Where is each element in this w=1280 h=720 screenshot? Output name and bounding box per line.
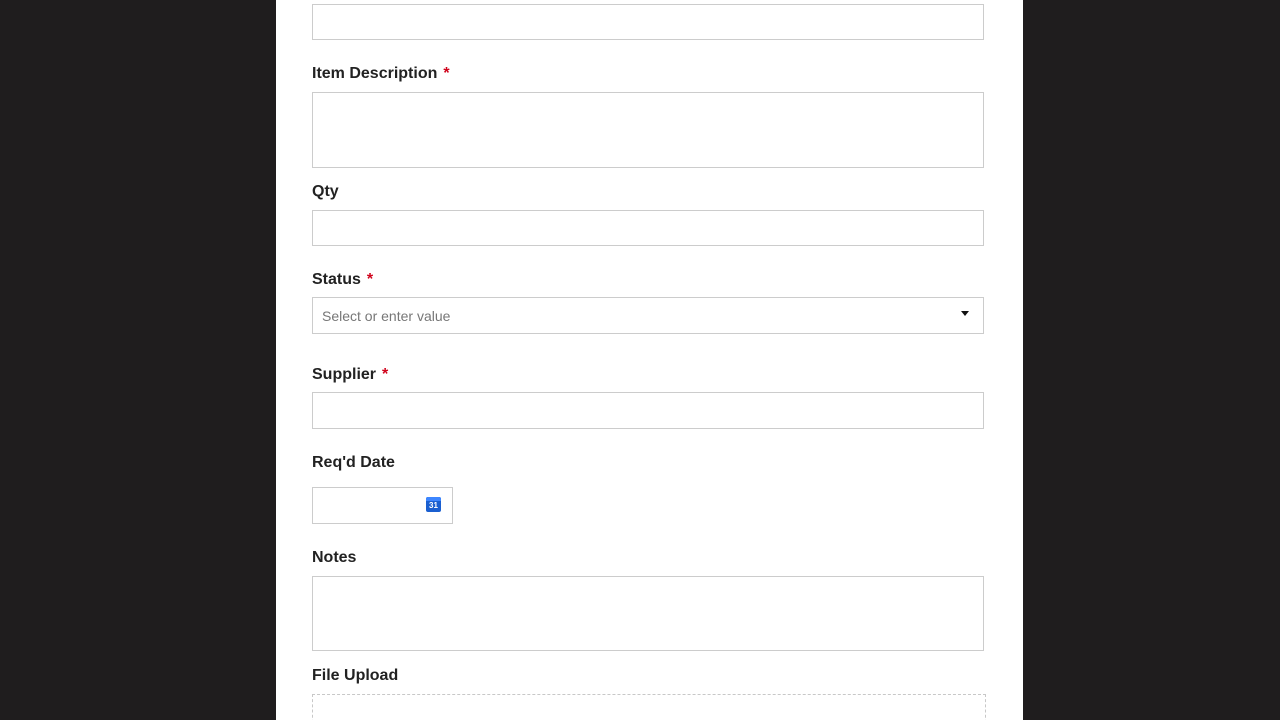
status-label-text: Status (312, 271, 361, 288)
supplier-input[interactable] (312, 392, 984, 429)
status-select[interactable]: Select or enter value (312, 297, 984, 334)
reqd-date-label: Req'd Date (312, 453, 395, 473)
file-upload-label-text: File Upload (312, 667, 399, 684)
form-panel: Item Description * Qty Status * Select or … (276, 0, 1023, 720)
supplier-label-text: Supplier (312, 366, 377, 383)
item-description-label: Item Description * (312, 64, 450, 84)
qty-label-text: Qty (312, 183, 339, 200)
required-mark: * (366, 271, 374, 288)
notes-label-text: Notes (312, 549, 357, 566)
status-label: Status * (312, 270, 373, 290)
reqd-date-input[interactable]: 31 (312, 487, 453, 524)
status-select-placeholder: Select or enter value (322, 308, 451, 324)
reqd-date-label-text: Req'd Date (312, 454, 395, 471)
file-upload-dropzone[interactable] (312, 694, 986, 720)
file-upload-label: File Upload (312, 666, 398, 686)
item-description-label-text: Item Description (312, 65, 438, 82)
required-mark: * (382, 366, 389, 383)
top-input-field[interactable] (312, 4, 984, 40)
notes-textarea[interactable] (312, 576, 984, 651)
calendar-icon[interactable]: 31 (426, 497, 441, 512)
item-description-textarea[interactable] (312, 92, 984, 168)
chevron-down-icon[interactable] (961, 311, 969, 316)
required-mark: * (443, 65, 450, 82)
qty-input[interactable] (312, 210, 984, 246)
supplier-label: Supplier * (312, 365, 388, 385)
notes-label: Notes (312, 548, 356, 568)
qty-label: Qty (312, 182, 339, 202)
